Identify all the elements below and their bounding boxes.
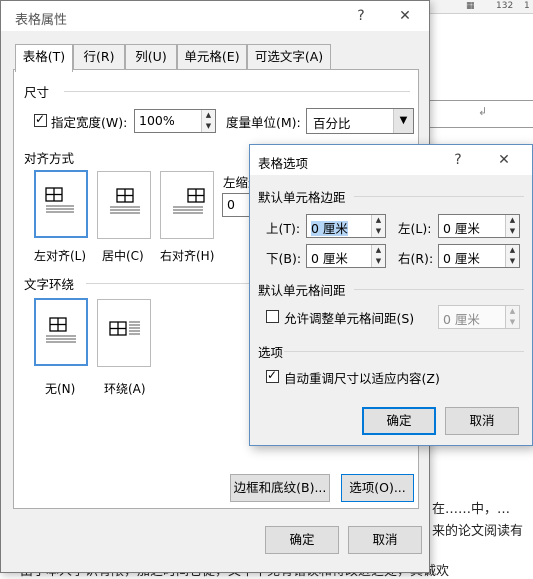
borders-shading-button[interactable]: 边框和底纹(B)... — [230, 474, 330, 502]
align-center-option[interactable] — [97, 171, 151, 239]
spin-down-icon[interactable]: ▼ — [506, 226, 519, 237]
options-heading: 选项 — [258, 345, 284, 360]
top-margin-spinner[interactable]: ▲ ▼ — [371, 215, 385, 237]
close-button[interactable]: ✕ — [490, 147, 518, 173]
bottom-margin-value: 0 厘米 — [311, 251, 348, 266]
cell-end-mark: ↲ — [478, 105, 488, 118]
width-spinner[interactable]: ▲ ▼ — [201, 110, 215, 132]
right-margin-spinner[interactable]: ▲ ▼ — [505, 245, 519, 267]
specify-width-label: 指定宽度(W): — [51, 115, 128, 130]
spin-down-icon[interactable]: ▼ — [506, 317, 519, 328]
margins-heading: 默认单元格边距 — [258, 190, 346, 205]
tab-table[interactable]: 表格(T) — [15, 44, 73, 72]
spacing-spinner[interactable]: ▲ ▼ — [505, 306, 519, 328]
align-left-option[interactable] — [34, 170, 88, 238]
close-button[interactable]: ✕ — [391, 3, 419, 29]
bottom-margin-label: 下(B): — [266, 251, 302, 266]
title-bar[interactable]: 表格选项 ? ✕ — [250, 145, 532, 175]
ruler-mark: 132 — [496, 1, 514, 11]
align-center-label: 居中(C) — [102, 249, 144, 263]
spin-up-icon[interactable]: ▲ — [506, 306, 519, 317]
allow-spacing-label: 允许调整单元格间距(S) — [284, 311, 415, 326]
wrap-none-option[interactable] — [34, 298, 88, 366]
indent-value: 0 — [227, 197, 235, 212]
align-right-icon — [173, 188, 205, 214]
ok-button[interactable]: 确定 — [362, 407, 436, 435]
spin-down-icon[interactable]: ▼ — [372, 226, 385, 237]
width-value: 100% — [139, 113, 175, 128]
right-margin-label: 右(R): — [398, 251, 434, 266]
ruler-mark: ▦ — [466, 1, 475, 11]
tab-alt-text[interactable]: 可选文字(A) — [247, 44, 331, 70]
tab-cell[interactable]: 单元格(E) — [177, 44, 247, 70]
wrap-none-label: 无(N) — [45, 382, 76, 396]
cancel-button[interactable]: 取消 — [348, 526, 422, 554]
divider — [86, 283, 251, 284]
alignment-heading: 对齐方式 — [24, 151, 75, 166]
align-right-option[interactable] — [160, 171, 214, 239]
autoresize-checkbox[interactable] — [266, 368, 279, 383]
bottom-margin-spinner[interactable]: ▲ ▼ — [371, 245, 385, 267]
doc-text-line: 在……中，… — [432, 502, 511, 517]
spin-up-icon[interactable]: ▲ — [506, 245, 519, 256]
tab-column[interactable]: 列(U) — [125, 44, 177, 70]
options-button[interactable]: 选项(O)... — [341, 474, 414, 502]
spin-up-icon[interactable]: ▲ — [202, 110, 215, 121]
top-margin-value: 0 厘米 — [311, 221, 348, 236]
divider — [354, 289, 524, 290]
unit-value: 百分比 — [313, 116, 351, 131]
unit-label: 度量单位(M): — [226, 115, 301, 130]
spin-up-icon[interactable]: ▲ — [506, 215, 519, 226]
top-margin-label: 上(T): — [266, 221, 301, 236]
horizontal-ruler: ▦ 132 1 — [430, 0, 533, 14]
chevron-down-icon[interactable]: ▼ — [393, 109, 413, 133]
left-margin-value: 0 厘米 — [443, 221, 480, 236]
spin-down-icon[interactable]: ▼ — [202, 121, 215, 132]
left-margin-spinner[interactable]: ▲ ▼ — [505, 215, 519, 237]
spacing-value: 0 厘米 — [443, 312, 480, 327]
right-margin-value: 0 厘米 — [443, 251, 480, 266]
specify-width-checkbox[interactable] — [34, 112, 47, 127]
wrap-around-label: 环绕(A) — [104, 382, 146, 396]
help-button[interactable]: ? — [444, 147, 472, 173]
cancel-button[interactable]: 取消 — [445, 407, 519, 435]
ruler-mark: 1 — [524, 1, 530, 11]
size-heading: 尺寸 — [24, 85, 50, 100]
wrap-around-option[interactable] — [97, 299, 151, 367]
help-button[interactable]: ? — [347, 3, 375, 29]
spin-up-icon[interactable]: ▲ — [372, 245, 385, 256]
table-cell[interactable]: ↲ — [428, 100, 533, 128]
allow-spacing-checkbox[interactable] — [266, 310, 279, 323]
align-center-icon — [110, 188, 140, 214]
dialog-title: 表格属性 — [15, 13, 68, 28]
autoresize-label: 自动重调尺寸以适应内容(Z) — [284, 371, 440, 386]
table-options-dialog: 表格选项 ? ✕ 默认单元格边距 上(T): 0 厘米 ▲ ▼ 左(L): 0 … — [249, 144, 533, 446]
doc-text-line: 来的论文阅读有 — [432, 524, 524, 539]
wrap-around-icon — [109, 321, 140, 336]
spin-up-icon[interactable]: ▲ — [372, 215, 385, 226]
spin-down-icon[interactable]: ▼ — [506, 256, 519, 267]
spacing-heading: 默认单元格间距 — [258, 283, 346, 298]
title-bar[interactable]: 表格属性 ? ✕ — [1, 1, 429, 31]
tab-row[interactable]: 行(R) — [73, 44, 125, 70]
spin-down-icon[interactable]: ▼ — [372, 256, 385, 267]
align-left-icon — [45, 187, 74, 213]
divider — [354, 196, 524, 197]
wrapping-heading: 文字环绕 — [24, 277, 75, 292]
wrap-none-icon — [46, 317, 76, 343]
left-margin-label: 左(L): — [398, 221, 432, 236]
align-left-label: 左对齐(L) — [34, 249, 87, 263]
ok-button[interactable]: 确定 — [265, 526, 339, 554]
divider — [64, 91, 410, 92]
divider — [284, 351, 524, 352]
unit-select[interactable]: 百分比 ▼ — [306, 108, 414, 134]
align-right-label: 右对齐(H) — [160, 249, 215, 263]
dialog-title: 表格选项 — [258, 156, 309, 171]
